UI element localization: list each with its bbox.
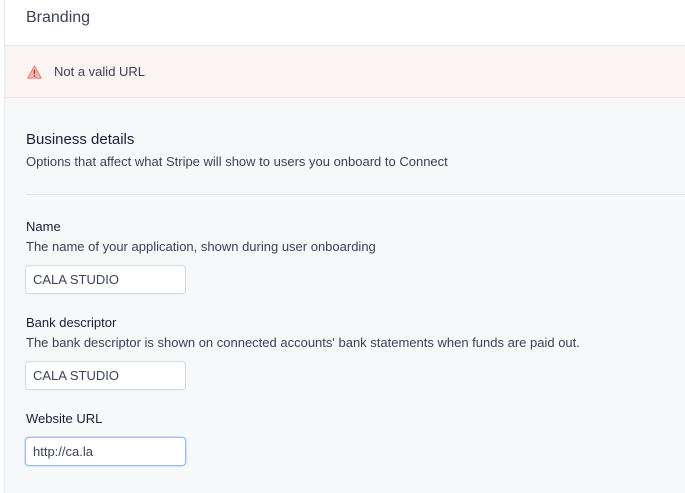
business-details-title: Business details	[26, 131, 135, 148]
bank-descriptor-field-wrapper	[25, 361, 186, 390]
bank-descriptor-label: Bank descriptor	[26, 315, 117, 330]
name-hint: The name of your application, shown duri…	[26, 239, 376, 254]
name-field-wrapper	[25, 265, 186, 294]
error-alert: Not a valid URL	[5, 46, 685, 98]
warning-icon	[27, 65, 42, 79]
section-header: Branding	[5, 0, 685, 46]
bank-descriptor-input[interactable]	[26, 362, 185, 389]
settings-panel: Branding Not a valid URL Business detail…	[4, 0, 685, 493]
error-message: Not a valid URL	[54, 64, 146, 79]
name-input[interactable]	[26, 266, 185, 293]
business-details-description: Options that affect what Stripe will sho…	[26, 154, 448, 169]
bank-descriptor-hint: The bank descriptor is shown on connecte…	[26, 335, 580, 350]
name-label: Name	[26, 219, 61, 234]
divider	[26, 194, 685, 195]
website-url-input[interactable]	[26, 438, 185, 465]
website-url-field-wrapper	[25, 437, 186, 466]
section-header-title: Branding	[26, 9, 91, 26]
website-url-label: Website URL	[26, 411, 103, 426]
